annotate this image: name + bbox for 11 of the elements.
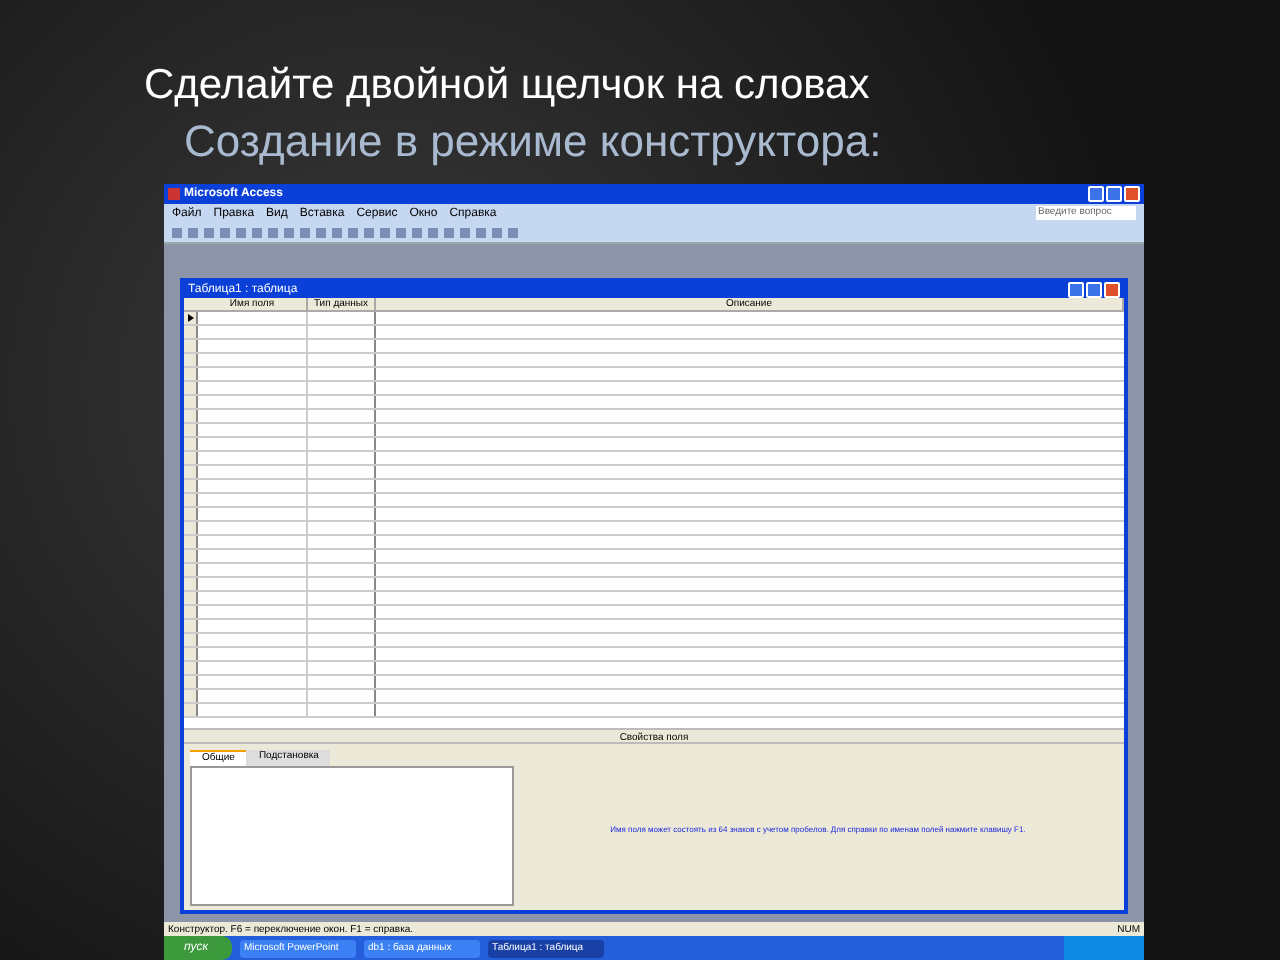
minimize-icon[interactable] — [1088, 186, 1104, 202]
slide-title: Сделайте двойной щелчок на словах — [144, 60, 872, 112]
close-icon[interactable] — [1124, 186, 1140, 202]
app-icon — [168, 188, 180, 200]
maximize-icon[interactable] — [1106, 186, 1122, 202]
minimize-icon[interactable] — [1068, 282, 1084, 298]
system-tray — [1064, 936, 1144, 960]
slide-subtitle: Создание в режиме конструктора: — [184, 114, 884, 170]
close-icon[interactable] — [1104, 282, 1120, 298]
row-selector[interactable] — [184, 312, 198, 324]
maximize-icon[interactable] — [1086, 282, 1102, 298]
